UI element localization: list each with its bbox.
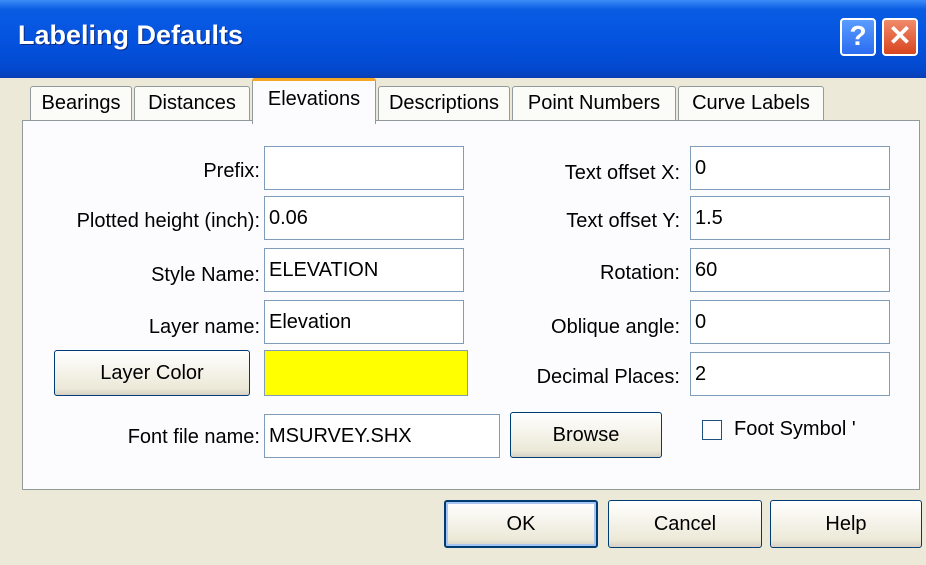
layer-name-input[interactable] <box>264 300 464 344</box>
ok-button[interactable]: OK <box>444 500 598 548</box>
foot-symbol-label[interactable]: Foot Symbol ' <box>734 418 856 441</box>
layer-name-label: Layer name: <box>148 316 260 338</box>
browse-button[interactable]: Browse <box>510 412 662 458</box>
labeling-defaults-dialog: Labeling Defaults ? ✕ Bearings Distances… <box>0 0 926 565</box>
layer-color-button[interactable]: Layer Color <box>54 350 250 396</box>
layer-color-swatch <box>264 350 468 396</box>
rotation-input[interactable] <box>690 248 890 292</box>
plotted-height-label: Plotted height (inch): <box>76 210 260 232</box>
plotted-height-input[interactable] <box>264 196 464 240</box>
text-offset-y-label: Text offset Y: <box>566 210 680 232</box>
oblique-angle-label: Oblique angle: <box>551 316 680 338</box>
font-file-input[interactable] <box>264 414 500 458</box>
oblique-angle-input[interactable] <box>690 300 890 344</box>
style-name-input[interactable] <box>264 248 464 292</box>
cancel-button[interactable]: Cancel <box>608 500 762 548</box>
prefix-label: Prefix: <box>203 160 260 182</box>
decimal-places-input[interactable] <box>690 352 890 396</box>
style-name-label: Style Name: <box>151 264 260 286</box>
text-offset-x-input[interactable] <box>690 146 890 190</box>
foot-symbol-checkbox[interactable] <box>702 420 722 440</box>
help-button[interactable]: Help <box>770 500 922 548</box>
text-offset-y-input[interactable] <box>690 196 890 240</box>
font-file-label: Font file name: <box>127 426 260 448</box>
rotation-label: Rotation: <box>599 262 680 284</box>
prefix-input[interactable] <box>264 146 464 190</box>
decimal-places-label: Decimal Places: <box>536 366 680 388</box>
text-offset-x-label: Text offset X: <box>564 162 680 184</box>
